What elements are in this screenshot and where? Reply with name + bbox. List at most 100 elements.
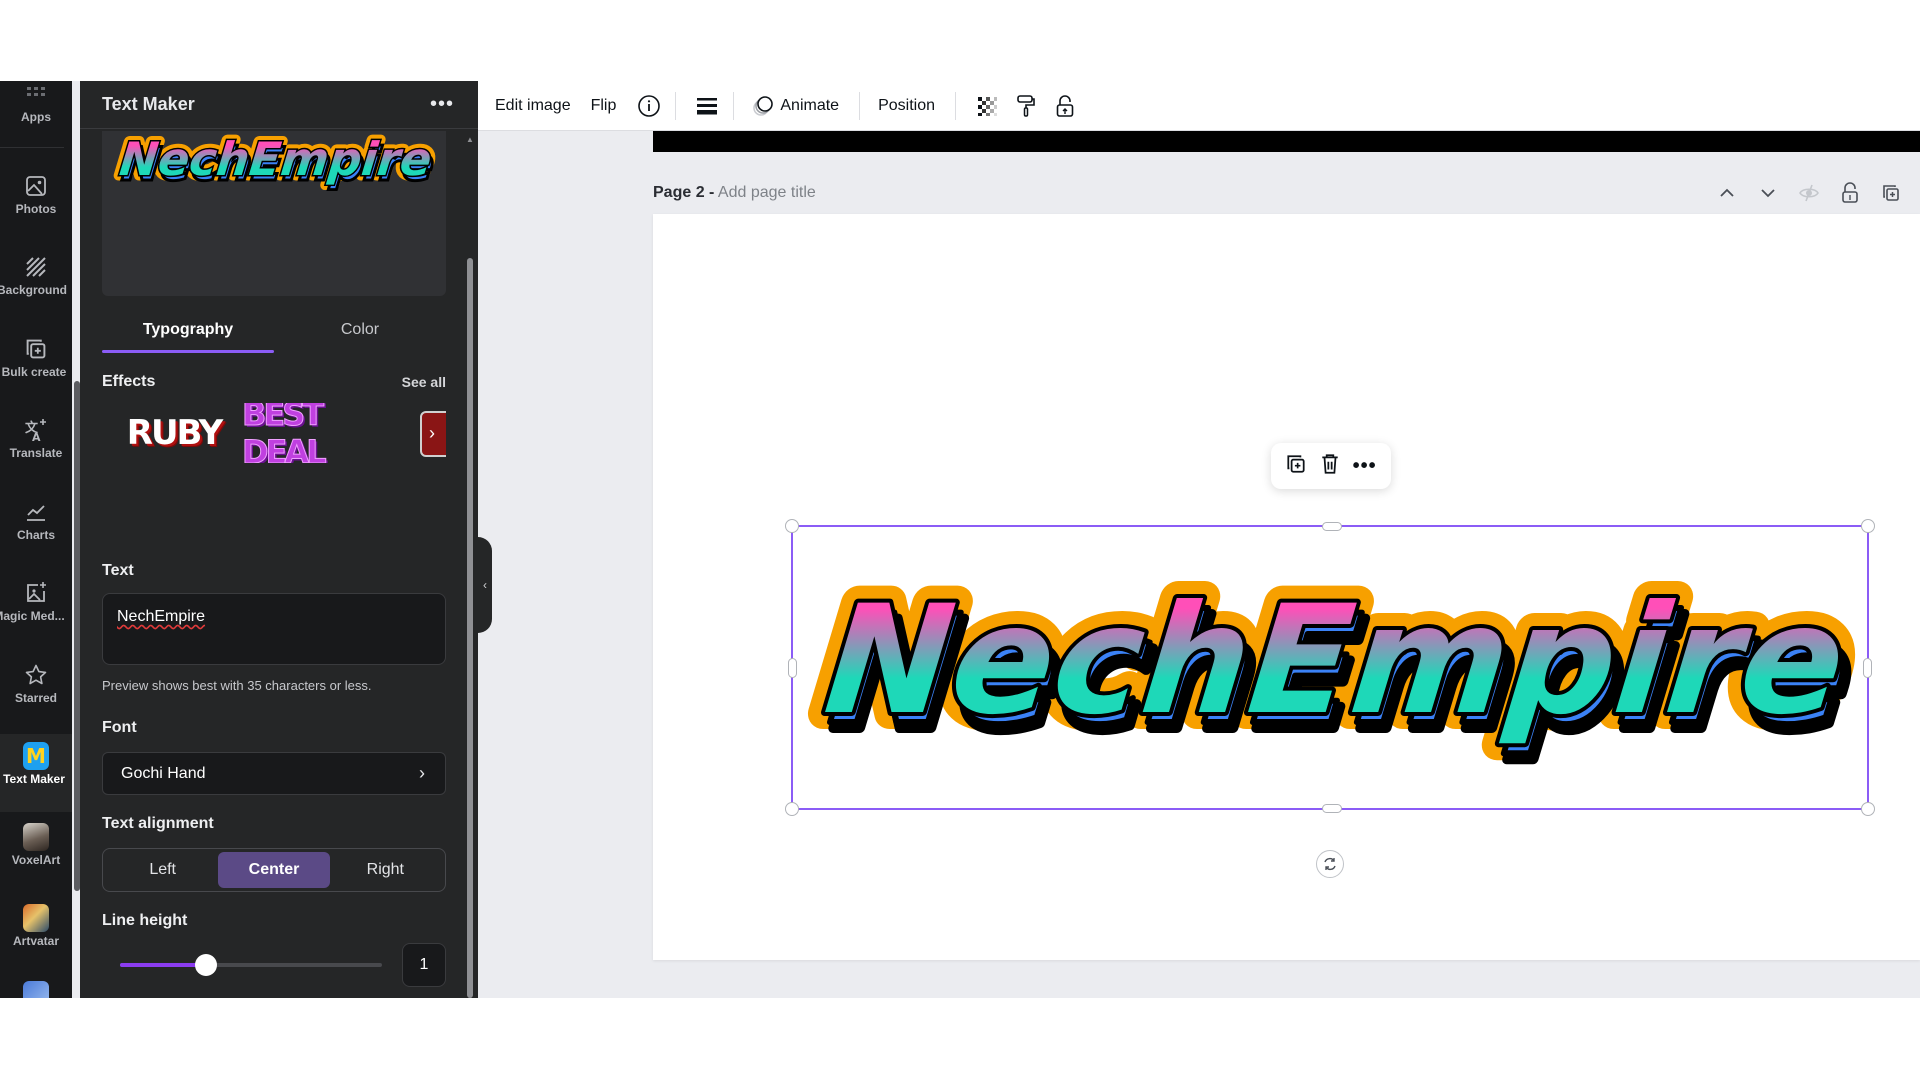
align-right-button[interactable]: Right (330, 852, 441, 888)
panel-scroll-thumb[interactable] (467, 258, 473, 998)
selected-text-element[interactable]: NechEmpire NechEmpire NechEmpire NechEmp… (785, 519, 1875, 816)
photo-icon (23, 173, 49, 199)
rail-label: Translate (9, 446, 63, 460)
rail-item-artvatar[interactable]: Artvatar (0, 904, 72, 983)
rail-label: Artvatar (12, 934, 60, 948)
panel-scrollbar[interactable]: ▲ (466, 131, 474, 998)
position-button[interactable]: Position (878, 97, 935, 115)
rail-label: Text Maker (3, 772, 65, 786)
rail-item-background[interactable]: Background (0, 254, 72, 332)
chevron-up-icon[interactable] (1706, 180, 1747, 206)
font-value: Gochi Hand (121, 764, 206, 782)
rail-item-text-maker[interactable]: M Text Maker (0, 734, 72, 812)
delete-element-icon[interactable] (1320, 453, 1340, 480)
more-options-icon[interactable]: ••• (1353, 455, 1377, 478)
rail-label: Background (0, 283, 67, 297)
scroll-up-icon[interactable]: ▲ (466, 135, 474, 144)
text-maker-app-icon: M (23, 742, 49, 770)
translate-icon: 文A (23, 417, 49, 443)
duplicate-page-icon[interactable] (1870, 180, 1911, 206)
tab-color[interactable]: Color (274, 313, 446, 353)
toolbar-divider (675, 91, 677, 120)
lock-open-icon[interactable] (1052, 93, 1078, 119)
animate-icon (752, 95, 774, 117)
align-center-button[interactable]: Center (218, 852, 330, 888)
line-height-value[interactable]: 1 (402, 943, 446, 987)
collapse-panel-button[interactable]: ‹ (478, 537, 492, 633)
rail-item-charts[interactable]: Charts (0, 499, 72, 577)
page-header: Page 2 - Add page title (653, 184, 816, 202)
lock-page-icon[interactable] (1829, 180, 1870, 206)
text-input[interactable]: NechEmpire (102, 593, 446, 665)
rail-item-more-app[interactable] (0, 981, 72, 998)
edit-image-label: Edit image (495, 96, 571, 114)
panel-more-icon[interactable]: ••• (430, 93, 454, 116)
resize-handle-left[interactable] (788, 658, 797, 678)
animate-label: Animate (780, 96, 840, 114)
resize-handle-bottom-left[interactable] (785, 802, 799, 816)
tab-typography[interactable]: Typography (102, 313, 274, 353)
rail-item-translate[interactable]: 文A Translate (0, 417, 72, 495)
app-thumbnail-icon (23, 981, 49, 998)
text-alignment-segmented: Left Center Right (102, 848, 446, 892)
text-input-value: NechEmpire (117, 608, 206, 625)
panel-tabs: Typography Color (102, 313, 446, 353)
toolbar-divider (859, 91, 861, 120)
transparency-icon[interactable] (974, 93, 1000, 119)
page-actions (1706, 180, 1920, 206)
align-label: Center (248, 861, 300, 878)
rail-item-starred[interactable]: Starred (0, 662, 72, 740)
rotate-icon (1324, 857, 1336, 871)
chevron-right-icon[interactable]: › (429, 423, 435, 444)
rail-item-bulk-create[interactable]: Bulk create (0, 336, 72, 414)
see-all-effects-link[interactable]: See all (402, 374, 446, 390)
preview-fill: NechEmpire (117, 132, 434, 186)
slider-knob[interactable] (195, 954, 218, 976)
text-maker-panel: Text Maker ••• NechEmpire NechEmpire Nec… (80, 81, 478, 998)
rail-item-magic-media[interactable]: Magic Med... (0, 580, 72, 658)
rail-item-voxelart[interactable]: VoxelArt (0, 823, 72, 902)
line-height-number: 1 (419, 956, 429, 973)
tab-label: Color (340, 321, 380, 338)
apps-grid-icon (23, 81, 49, 107)
artvatar-app-icon (23, 904, 49, 932)
text-preview: NechEmpire NechEmpire NechEmpire (102, 131, 446, 296)
chevron-down-icon[interactable] (1747, 180, 1788, 206)
effects-carousel: RUBY BEST DEAL › (102, 403, 446, 463)
edit-image-button[interactable]: Edit image (495, 97, 571, 115)
info-icon[interactable] (636, 93, 662, 119)
effect-ruby[interactable]: RUBY (124, 411, 224, 455)
page-title-input[interactable]: Add page title (718, 184, 816, 201)
slider-fill (120, 963, 207, 967)
delete-page-icon[interactable] (1911, 180, 1920, 206)
resize-handle-bottom[interactable] (1322, 804, 1342, 813)
align-label: Right (366, 861, 404, 878)
align-left-button[interactable]: Left (107, 852, 218, 888)
duplicate-element-icon[interactable] (1285, 453, 1307, 480)
hide-page-icon[interactable] (1788, 180, 1829, 206)
resize-handle-bottom-right[interactable] (1861, 802, 1875, 816)
effects-heading: Effects (102, 373, 156, 390)
tab-label: Typography (142, 321, 234, 338)
resize-handle-top-right[interactable] (1861, 519, 1875, 533)
animate-button[interactable]: Animate (752, 95, 839, 117)
font-selector[interactable]: Gochi Hand › (102, 752, 446, 795)
previous-page-bottom (653, 131, 1920, 152)
line-height-slider[interactable] (120, 954, 382, 976)
rotate-handle[interactable] (1316, 850, 1344, 878)
resize-handle-right[interactable] (1863, 658, 1872, 678)
context-toolbar: Edit image Flip Animate Position (478, 81, 1920, 131)
border-style-icon[interactable] (694, 93, 720, 119)
resize-handle-top[interactable] (1322, 522, 1342, 531)
rail-label: VoxelArt (11, 853, 61, 867)
rail-item-photos[interactable]: Photos (0, 173, 72, 251)
star-icon (23, 662, 49, 688)
paint-roller-icon[interactable] (1013, 93, 1039, 119)
effect-best-deal[interactable]: BEST DEAL (242, 403, 402, 463)
resize-handle-top-left[interactable] (785, 519, 799, 533)
rail-label: Bulk create (1, 365, 67, 379)
panel-title: Text Maker (102, 94, 195, 114)
panel-header: Text Maker ••• (80, 81, 478, 129)
flip-button[interactable]: Flip (591, 97, 617, 115)
rail-label: Apps (21, 110, 51, 124)
